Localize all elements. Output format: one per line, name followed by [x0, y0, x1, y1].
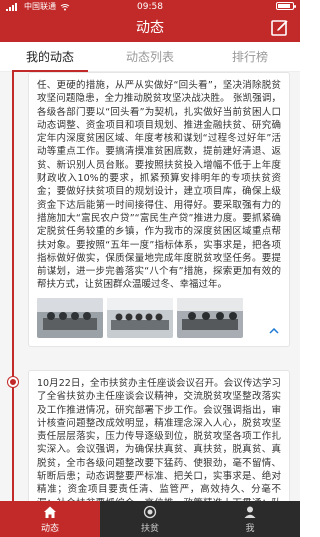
page-title: 动态 [136, 20, 164, 36]
app-screen: 中国联通 09:58 动态 我的动态 动态列表 排行榜 任、更硬的措施，从严从实… [0, 0, 300, 537]
battery-level [278, 4, 290, 8]
meeting-photo-2[interactable] [107, 297, 173, 338]
status-bar: 中国联通 09:58 [0, 0, 300, 14]
tab-bar: 我的动态 动态列表 排行榜 [0, 42, 300, 72]
home-icon [44, 506, 56, 518]
status-time: 09:58 [137, 2, 163, 12]
bottom-nav: 动态 扶贫 我 [0, 501, 300, 537]
post-card[interactable]: 10月22日，全市扶贫办主任座谈会议召开。会议传达学习了全省扶贫办主任座谈会议精… [28, 370, 290, 501]
post-images [29, 297, 289, 346]
nav-me[interactable]: 我 [200, 501, 300, 537]
target-icon [143, 505, 157, 519]
edit-icon[interactable] [270, 18, 290, 38]
tab-my-posts[interactable]: 我的动态 [0, 42, 100, 72]
post-text: 10月22日，全市扶贫办主任座谈会议召开。会议传达学习了全省扶贫办主任座谈会议精… [37, 378, 281, 501]
tab-post-list[interactable]: 动态列表 [100, 42, 200, 71]
tab-leaderboard[interactable]: 排行榜 [200, 42, 300, 71]
post-text: 任、更硬的措施，从严从实做好“回头看”，坚决消除脱贫攻坚问题隐患，全力推动脱贫攻… [37, 80, 281, 291]
nav-poverty-label: 扶贫 [140, 524, 159, 534]
nav-feed-label: 动态 [40, 524, 59, 534]
collapse-chevron-icon[interactable] [267, 324, 281, 338]
nav-poverty[interactable]: 扶贫 [100, 501, 200, 537]
nav-feed[interactable]: 动态 [0, 501, 100, 537]
post-card[interactable]: 任、更硬的措施，从严从实做好“回头看”，坚决消除脱贫攻坚问题隐患，全力推动脱贫攻… [28, 72, 290, 347]
nav-me-label: 我 [245, 524, 255, 534]
meeting-photo-3[interactable] [177, 297, 243, 338]
feed[interactable]: 任、更硬的措施，从严从实做好“回头看”，坚决消除脱贫攻坚问题隐患，全力推动脱贫攻… [0, 72, 300, 501]
meeting-photo-1[interactable] [37, 297, 103, 338]
timeline-dot [8, 377, 18, 387]
battery-icon [276, 2, 296, 10]
timeline-line [12, 72, 14, 501]
battery-group [276, 2, 296, 10]
user-icon [244, 506, 256, 518]
header: 中国联通 09:58 动态 [0, 0, 300, 42]
